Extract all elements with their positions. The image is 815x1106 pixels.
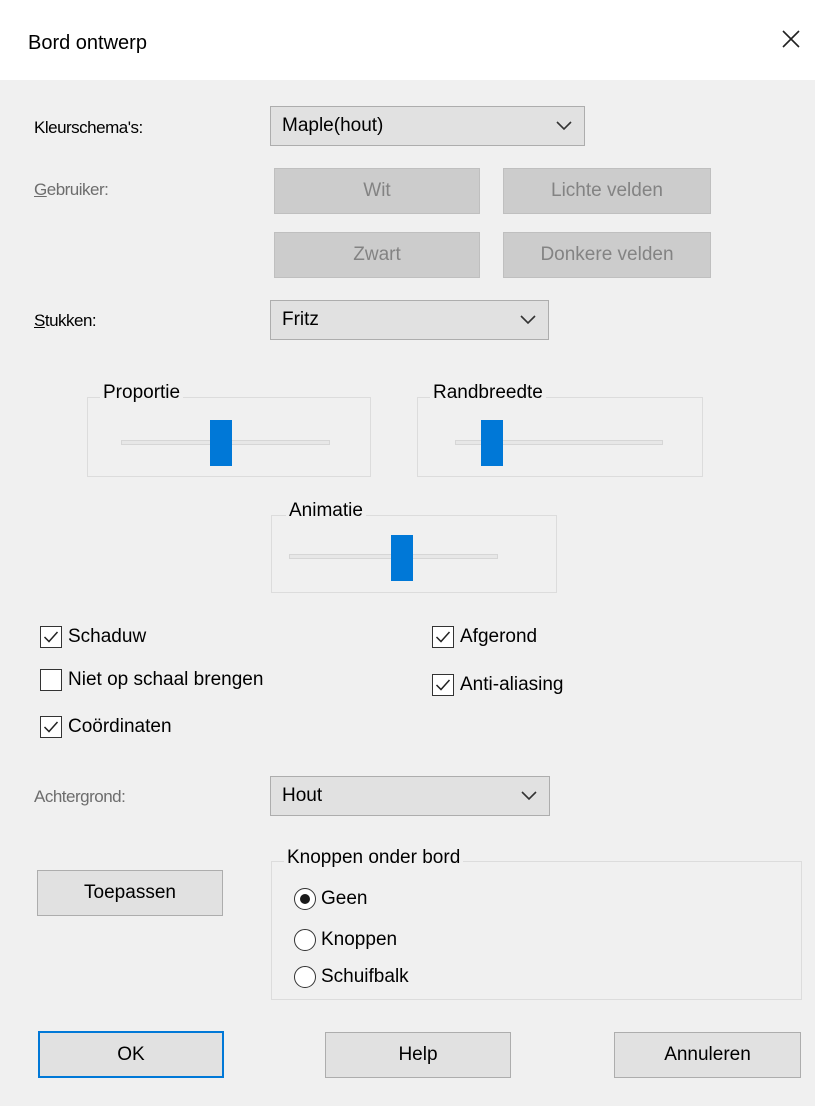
title-bar: Bord ontwerp (0, 0, 815, 80)
checkbox-box[interactable] (40, 716, 62, 738)
pieces-label: Stukken: (34, 311, 97, 330)
rounded-checkbox[interactable]: Afgerond (432, 626, 537, 648)
buttons-under-board-group: Knoppen onder bord Geen Knoppen Schuifba… (271, 847, 802, 1000)
ok-button[interactable]: OK (38, 1031, 224, 1078)
border-width-group: Randbreedte (417, 382, 703, 477)
border-width-group-title: Randbreedte (430, 382, 546, 404)
radio-buttons-label: Knoppen (321, 929, 398, 950)
radio-none-label: Geen (321, 888, 368, 909)
user-label: Gebruiker: (34, 180, 109, 199)
chevron-down-icon (556, 121, 572, 131)
apply-button[interactable]: Toepassen (37, 870, 223, 916)
window-title: Bord ontwerp (28, 32, 147, 54)
checkmark-icon (43, 631, 59, 643)
shadow-checkbox[interactable]: Schaduw (40, 626, 146, 648)
checkbox-box[interactable] (40, 626, 62, 648)
checkmark-icon (435, 631, 451, 643)
background-dropdown[interactable]: Hout (270, 776, 550, 816)
animation-group: Animatie (271, 500, 557, 593)
radio-buttons[interactable]: Knoppen (294, 929, 397, 951)
cancel-button[interactable]: Annuleren (614, 1032, 801, 1078)
proportion-slider-thumb[interactable] (210, 420, 233, 466)
checkmark-icon (435, 679, 451, 691)
background-label: Achtergrond: (34, 787, 126, 806)
background-value: Hout (282, 785, 323, 806)
checkmark-icon (43, 721, 59, 733)
radio-circle[interactable] (294, 888, 316, 910)
buttons-under-board-title: Knoppen onder bord (284, 847, 464, 869)
no-scale-label: Niet op schaal brengen (68, 669, 264, 690)
radio-none[interactable]: Geen (294, 888, 367, 910)
chevron-down-icon (520, 315, 536, 325)
coordinates-label: Coördinaten (68, 716, 172, 737)
border-width-slider-thumb[interactable] (481, 420, 504, 466)
black-button[interactable]: Zwart (274, 232, 480, 278)
radio-selected-dot (300, 894, 310, 904)
no-scale-checkbox[interactable]: Niet op schaal brengen (40, 669, 263, 691)
close-icon[interactable] (780, 28, 802, 50)
chevron-down-icon (521, 791, 537, 801)
pieces-value: Fritz (282, 309, 319, 330)
color-scheme-value: Maple(hout) (282, 115, 384, 136)
white-button[interactable]: Wit (274, 168, 480, 214)
dark-squares-button[interactable]: Donkere velden (503, 232, 711, 278)
radio-circle[interactable] (294, 966, 316, 988)
board-design-dialog: Bord ontwerp Kleurschema's: Maple(hout) … (0, 0, 815, 1106)
animation-slider-thumb[interactable] (390, 535, 413, 581)
shadow-label: Schaduw (68, 626, 147, 647)
help-button[interactable]: Help (325, 1032, 511, 1078)
antialiasing-label: Anti-aliasing (460, 674, 564, 695)
light-squares-button[interactable]: Lichte velden (503, 168, 711, 214)
coordinates-checkbox[interactable]: Coördinaten (40, 716, 172, 738)
radio-scrollbar[interactable]: Schuifbalk (294, 966, 409, 988)
pieces-dropdown[interactable]: Fritz (270, 300, 549, 340)
proportion-group: Proportie (87, 382, 371, 477)
rounded-label: Afgerond (460, 626, 538, 647)
checkbox-box[interactable] (40, 669, 62, 691)
color-scheme-dropdown[interactable]: Maple(hout) (270, 106, 585, 146)
checkbox-box[interactable] (432, 626, 454, 648)
proportion-group-title: Proportie (100, 382, 184, 404)
radio-circle[interactable] (294, 929, 316, 951)
color-scheme-label: Kleurschema's: (34, 118, 143, 137)
animation-group-title: Animatie (286, 500, 366, 522)
checkbox-box[interactable] (432, 674, 454, 696)
radio-scrollbar-label: Schuifbalk (321, 966, 409, 987)
antialiasing-checkbox[interactable]: Anti-aliasing (432, 674, 564, 696)
